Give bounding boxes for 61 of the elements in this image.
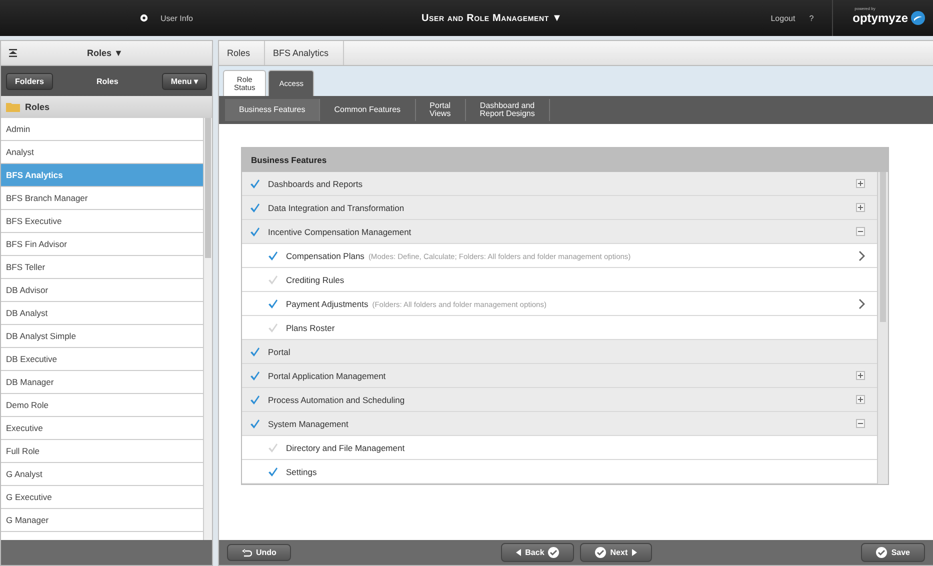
check-icon[interactable] — [268, 298, 278, 308]
subtab[interactable]: Portal Views — [416, 99, 466, 121]
brand-logo: optymyze — [852, 11, 908, 25]
feature-row[interactable]: System Management — [242, 412, 877, 436]
check-icon[interactable] — [250, 418, 260, 428]
feature-row[interactable]: Portal — [242, 340, 877, 364]
triangle-right-icon — [632, 549, 637, 556]
check-circle-icon — [548, 547, 560, 558]
check-circle-icon — [595, 547, 606, 558]
scrollbar[interactable] — [877, 172, 888, 484]
scrollbar[interactable] — [203, 118, 212, 540]
back-button[interactable]: Back — [501, 543, 574, 562]
check-icon[interactable] — [250, 370, 260, 380]
expand-icon[interactable] — [856, 371, 865, 380]
breadcrumb-item[interactable]: BFS Analytics — [269, 41, 344, 65]
expand-icon[interactable] — [856, 395, 865, 404]
check-icon[interactable] — [268, 274, 278, 284]
check-icon[interactable] — [268, 442, 278, 452]
check-icon[interactable] — [250, 226, 260, 236]
settings-icon[interactable] — [138, 13, 149, 23]
check-icon[interactable] — [250, 202, 260, 212]
folder-icon — [6, 102, 20, 112]
subtab[interactable]: Business Features — [225, 99, 320, 121]
user-info-link[interactable]: User Info — [160, 14, 193, 22]
feature-row[interactable]: Dashboards and Reports — [242, 172, 877, 196]
collapse-icon[interactable] — [856, 419, 865, 428]
toolbar-title: Roles — [96, 76, 118, 86]
check-circle-icon — [876, 547, 888, 558]
app-title[interactable]: User and Role Management ▼ — [422, 12, 562, 24]
feature-row[interactable]: Data Integration and Transformation — [242, 196, 877, 220]
next-button[interactable]: Next — [580, 543, 652, 562]
logo-icon — [911, 11, 925, 25]
folder-row[interactable]: Roles — [1, 96, 212, 118]
help-link[interactable]: ? — [809, 14, 814, 22]
panel-title[interactable]: Roles ▼ — [87, 48, 123, 58]
expand-icon[interactable] — [856, 179, 865, 188]
collapse-icon[interactable] — [9, 49, 17, 57]
feature-row[interactable]: Incentive Compensation Management — [242, 220, 877, 244]
check-icon[interactable] — [268, 250, 278, 260]
collapse-icon[interactable] — [856, 227, 865, 236]
breadcrumb-item[interactable]: Roles — [223, 41, 266, 65]
subtab[interactable]: Dashboard and Report Designs — [466, 99, 550, 121]
triangle-left-icon — [516, 549, 522, 556]
check-icon[interactable] — [250, 178, 260, 188]
undo-button[interactable]: Undo — [227, 544, 292, 561]
chevron-icon[interactable] — [859, 298, 865, 308]
check-icon[interactable] — [250, 346, 260, 356]
logout-link[interactable]: Logout — [770, 14, 796, 22]
menu-button[interactable]: Menu ▾ — [162, 72, 207, 90]
feature-row[interactable]: Portal Application Management — [242, 364, 877, 388]
save-button[interactable]: Save — [861, 543, 925, 562]
folders-button[interactable]: Folders — [6, 72, 53, 90]
check-icon[interactable] — [250, 394, 260, 404]
check-icon[interactable] — [268, 466, 278, 476]
subtab[interactable]: Common Features — [320, 99, 416, 121]
check-icon[interactable] — [268, 322, 278, 332]
undo-icon — [242, 548, 252, 557]
feature-row[interactable]: Process Automation and Scheduling — [242, 388, 877, 412]
table-header: Business Features — [242, 148, 888, 172]
chevron-icon[interactable] — [859, 250, 865, 260]
expand-icon[interactable] — [856, 203, 865, 212]
